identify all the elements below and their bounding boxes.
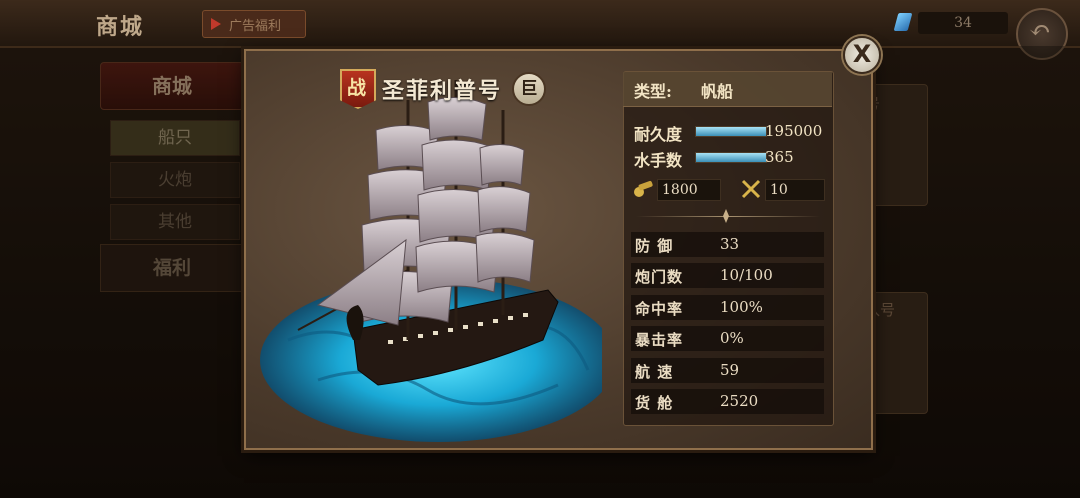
stat-value: 100%	[720, 298, 763, 316]
sailors-bar	[695, 152, 767, 163]
shop-title: 商城	[96, 14, 145, 40]
stat-row-crit-rate: 暴击率 0%	[631, 326, 824, 351]
ornament-icon	[723, 209, 729, 223]
sailors-label: 水手数	[634, 151, 683, 170]
ad-bonus-button[interactable]: 广告福利	[202, 10, 306, 38]
stat-name: 炮门数	[635, 268, 684, 286]
close-button[interactable]: X	[843, 36, 881, 74]
back-arrow-icon: ↶	[1029, 16, 1051, 46]
stat-row-accuracy: 命中率 100%	[631, 295, 824, 320]
type-label: 类型:	[634, 82, 672, 101]
stat-row-speed: 航 速 59	[631, 358, 824, 383]
stat-value: 2520	[720, 392, 759, 410]
stat-row-cargo: 货 舱 2520	[631, 389, 824, 414]
battle-badge-text: 战	[347, 77, 367, 99]
close-icon: X	[852, 40, 872, 68]
crossed-swords-icon	[741, 179, 761, 199]
stat-name: 货 舱	[635, 394, 674, 412]
gem-count: 34	[918, 12, 1008, 34]
stat-row-gunports: 炮门数 10/100	[631, 263, 824, 288]
play-icon	[211, 18, 221, 30]
stat-name: 暴击率	[635, 331, 684, 349]
stat-name: 航 速	[635, 363, 674, 381]
ad-bonus-label: 广告福利	[229, 19, 282, 34]
durability-bar-fill	[696, 127, 766, 136]
type-value: 帆船	[701, 82, 734, 101]
stat-value: 10/100	[720, 266, 773, 284]
stat-name: 防 御	[635, 237, 674, 255]
stat-value: 33	[720, 235, 740, 253]
durability-label: 耐久度	[634, 125, 683, 144]
cannon-icon	[634, 180, 653, 197]
durability-bar	[695, 126, 767, 137]
stat-name: 命中率	[635, 300, 684, 318]
stat-value: 59	[720, 361, 740, 379]
cannon-value: 1800	[657, 179, 721, 201]
stat-value: 0%	[720, 329, 744, 347]
sailors-bar-fill	[696, 153, 766, 162]
ship-name: 圣菲利普号	[382, 78, 503, 104]
sailors-value: 365	[765, 148, 794, 166]
durability-value: 195000	[765, 122, 823, 140]
attack-value: 10	[765, 179, 825, 201]
stat-row-defense: 防 御 33	[631, 232, 824, 257]
size-badge: 巨	[512, 72, 546, 106]
